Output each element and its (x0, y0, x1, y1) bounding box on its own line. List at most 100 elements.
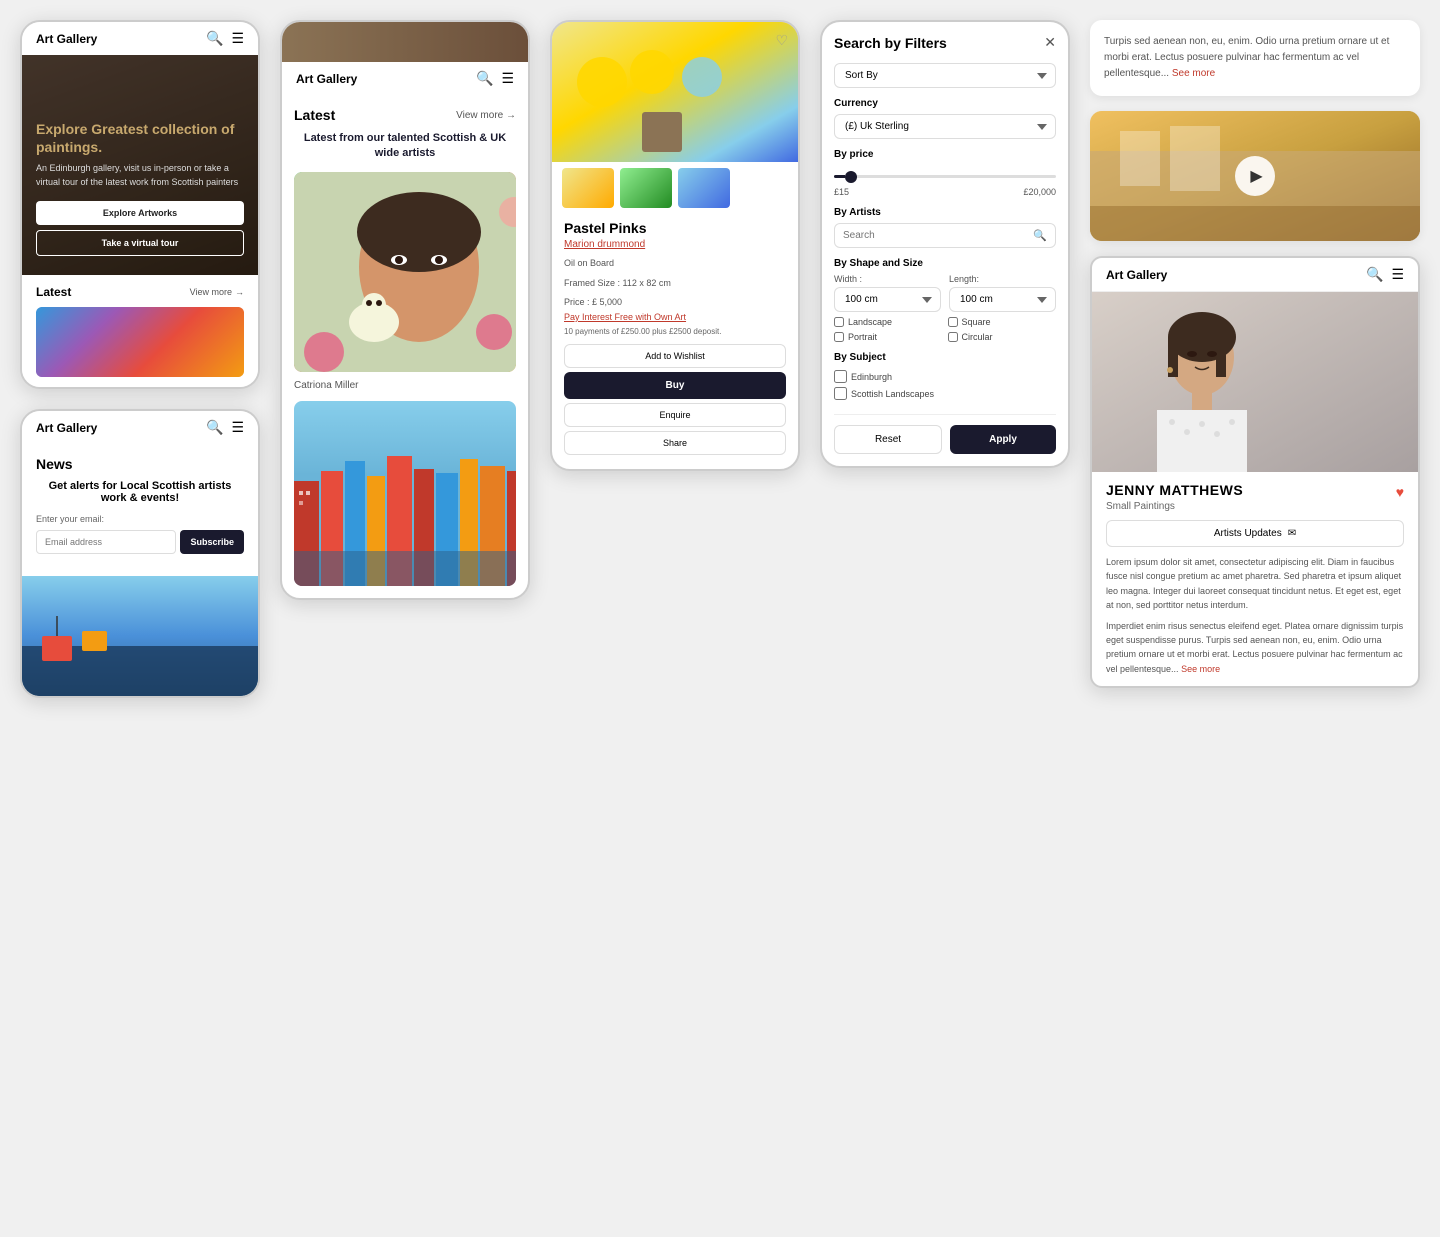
menu-icon-gallery[interactable]: ☰ (501, 70, 514, 87)
gallery-view-more[interactable]: View more → (456, 110, 516, 121)
artist-heart-icon[interactable]: ♥ (1396, 484, 1404, 500)
virtual-tour-button[interactable]: Take a virtual tour (36, 230, 244, 256)
artist-portrait-svg (1092, 292, 1418, 472)
news-heading: News (36, 456, 244, 472)
phone-gallery-header: Art Gallery 🔍 ☰ (282, 62, 528, 95)
artist-search-icon: 🔍 (1033, 229, 1047, 242)
phone-news-header-icons: 🔍 ☰ (206, 419, 244, 436)
price-range-slider[interactable] (834, 175, 1056, 178)
hero-title: Explore Greatest collection of paintings… (36, 120, 244, 156)
filter-footer: Reset Apply (834, 414, 1056, 454)
phone-product-mockup: ♡ Pastel Pinks Marion drummond Oil on Bo… (550, 20, 800, 471)
text-content-card: Turpis sed aenean non, eu, enim. Odio ur… (1090, 20, 1420, 96)
square-checkbox[interactable]: Square (948, 317, 1057, 327)
product-actions: Add to Wishlist Buy Enquire Share (564, 344, 786, 463)
close-filter-button[interactable]: ✕ (1044, 34, 1056, 51)
portrait-checkbox[interactable]: Portrait (834, 332, 943, 342)
phone-hero-mockup: Art Gallery 🔍 ☰ Explore Greatest collect… (20, 20, 260, 389)
gallery-top-image (282, 22, 528, 62)
product-thumb-2[interactable] (620, 168, 672, 208)
gallery-section: Latest View more → Latest from our talen… (282, 95, 528, 598)
product-thumb-3[interactable] (678, 168, 730, 208)
hero-background: Explore Greatest collection of paintings… (22, 55, 258, 275)
phone-hero-latest-section: Latest View more → (22, 275, 258, 387)
landscape-checkbox-input[interactable] (834, 317, 844, 327)
mail-icon: ✉ (1288, 528, 1296, 539)
artist-search-input[interactable] (843, 230, 1028, 241)
artist-name: JENNY MATTHEWS (1106, 482, 1243, 498)
hero-content: Explore Greatest collection of paintings… (36, 120, 244, 261)
portrait-checkbox-input[interactable] (834, 332, 844, 342)
artist-search-container: 🔍 (834, 223, 1056, 248)
pastel-pinks-svg (552, 22, 798, 162)
gallery-artist-name: Catriona Miller (294, 380, 516, 391)
wishlist-heart-icon[interactable]: ♡ (775, 32, 788, 49)
product-thumb-1[interactable] (562, 168, 614, 208)
artist-bio: Lorem ipsum dolor sit amet, consectetur … (1106, 555, 1404, 676)
search-icon-artist[interactable]: 🔍 (1366, 266, 1383, 283)
circular-checkbox-input[interactable] (948, 332, 958, 342)
phone-gallery-app-title: Art Gallery (296, 72, 357, 86)
length-select[interactable]: 100 cm (949, 287, 1056, 312)
news-subheading: Get alerts for Local Scottish artists wo… (36, 480, 244, 504)
share-button[interactable]: Share (564, 431, 786, 455)
explore-artworks-button[interactable]: Explore Artworks (36, 201, 244, 225)
pay-interest-link[interactable]: Pay Interest Free with Own Art (564, 312, 786, 322)
landscape-checkbox[interactable]: Landscape (834, 317, 943, 327)
gallery-latest-label: Latest (294, 107, 335, 123)
play-icon: ▶ (1250, 166, 1262, 186)
hero-title-plain: Explore (36, 121, 91, 137)
play-button[interactable]: ▶ (1235, 156, 1275, 196)
latest-title: Latest (36, 285, 71, 299)
scottish-landscapes-subject[interactable]: Scottish Landscapes (834, 385, 1056, 402)
menu-icon-news[interactable]: ☰ (231, 419, 244, 436)
artists-section: By Artists 🔍 (834, 207, 1056, 248)
add-to-wishlist-button[interactable]: Add to Wishlist (564, 344, 786, 368)
text-card-seemore-link[interactable]: See more (1172, 68, 1215, 79)
product-artist[interactable]: Marion drummond (564, 239, 786, 250)
text-card-body: Turpis sed aenean non, eu, enim. Odio ur… (1104, 34, 1406, 82)
news-boats-image (22, 576, 258, 696)
menu-icon-artist[interactable]: ☰ (1391, 266, 1404, 283)
filters-phone-column: Search by Filters ✕ Sort By Currency (£)… (820, 20, 1070, 468)
apply-filters-button[interactable]: Apply (950, 425, 1056, 454)
width-select[interactable]: 100 cm (834, 287, 941, 312)
artist-specialty: Small Paintings (1106, 501, 1404, 512)
gallery-subtitle: Latest from our talented Scottish & UK w… (294, 131, 516, 162)
edinburgh-checkbox[interactable] (834, 370, 847, 383)
view-more-link[interactable]: View more → (190, 287, 244, 297)
menu-icon[interactable]: ☰ (231, 30, 244, 47)
enquire-button[interactable]: Enquire (564, 403, 786, 427)
phone-gallery-header-icons: 🔍 ☰ (476, 70, 514, 87)
price-section: By price £15 £20,000 (834, 149, 1056, 197)
edinburgh-subject[interactable]: Edinburgh (834, 368, 1056, 385)
email-row: Subscribe (36, 530, 244, 554)
sort-by-select[interactable]: Sort By (834, 63, 1056, 88)
subscribe-button[interactable]: Subscribe (180, 530, 244, 554)
email-input[interactable] (36, 530, 176, 554)
right-column: Turpis sed aenean non, eu, enim. Odio ur… (1090, 20, 1420, 688)
circular-checkbox[interactable]: Circular (948, 332, 1057, 342)
gallery-main-image (294, 172, 516, 372)
latest-image-preview (36, 307, 244, 377)
search-icon-news[interactable]: 🔍 (206, 419, 223, 436)
filter-title: Search by Filters (834, 35, 947, 51)
artist-seemore-link[interactable]: See more (1181, 664, 1220, 674)
reset-filters-button[interactable]: Reset (834, 425, 942, 454)
subject-list: Edinburgh Scottish Landscapes (834, 368, 1056, 402)
artist-updates-button[interactable]: Artists Updates ✉ (1106, 520, 1404, 547)
video-card: ▶ (1090, 111, 1420, 241)
square-checkbox-input[interactable] (948, 317, 958, 327)
shape-checkboxes: Landscape Square Portrait Circular (834, 317, 1056, 342)
buy-button[interactable]: Buy (564, 372, 786, 399)
currency-select[interactable]: (£) Uk Sterling (834, 114, 1056, 139)
product-main-image: ♡ (552, 22, 798, 162)
scottish-landscapes-checkbox[interactable] (834, 387, 847, 400)
face-painting-svg (294, 172, 516, 372)
search-icon-gallery[interactable]: 🔍 (476, 70, 493, 87)
subject-label: By Subject (834, 352, 1056, 363)
currency-section: Currency (£) Uk Sterling (834, 98, 1056, 139)
artist-photo (1092, 292, 1418, 472)
search-icon[interactable]: 🔍 (206, 30, 223, 47)
product-title: Pastel Pinks (564, 220, 786, 236)
